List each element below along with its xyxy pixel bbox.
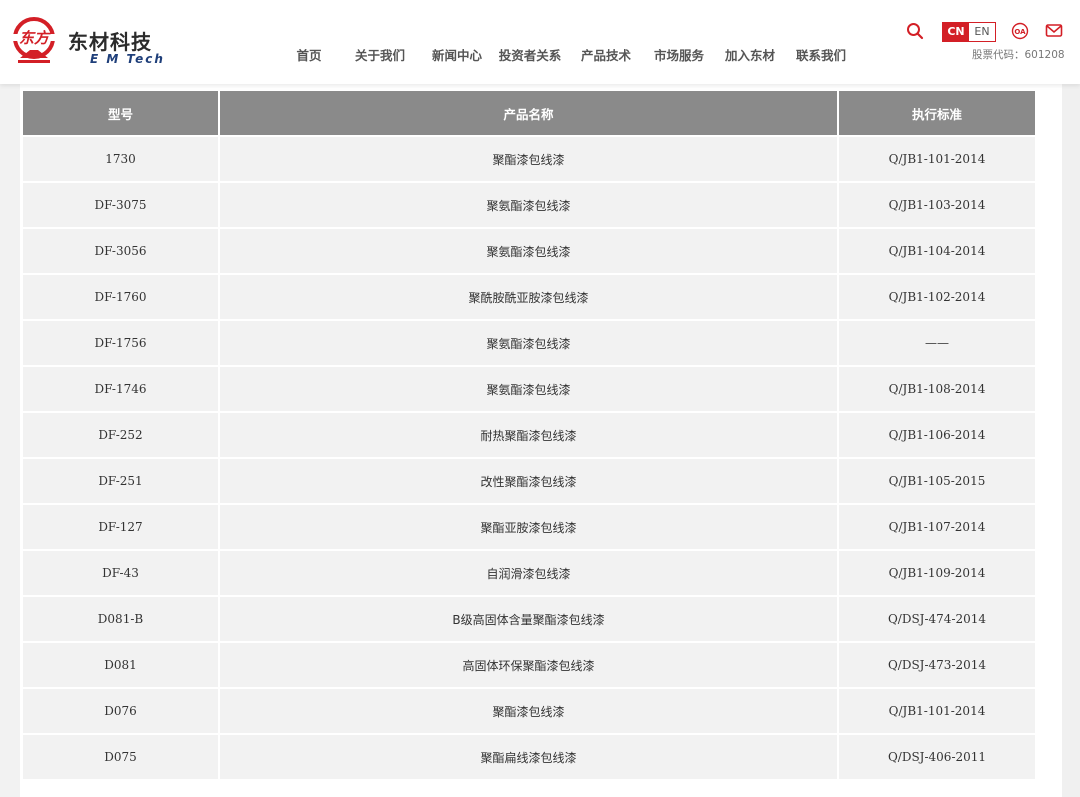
page-scroll-gutter xyxy=(1062,84,1080,797)
search-icon[interactable] xyxy=(906,22,924,40)
cell-standard: Q/JB1-106-2014 xyxy=(839,413,1035,457)
cell-standard: Q/JB1-104-2014 xyxy=(839,229,1035,273)
mail-icon[interactable] xyxy=(1045,23,1063,39)
table-row: D081-B B级高固体含量聚酯漆包线漆 Q/DSJ-474-2014 xyxy=(23,597,1035,641)
cell-standard: Q/JB1-101-2014 xyxy=(839,137,1035,181)
cell-product-name: 聚酯漆包线漆 xyxy=(220,137,837,181)
cell-product-name: 聚酯扁线漆包线漆 xyxy=(220,735,837,779)
brand-name-en: E M Tech xyxy=(90,52,165,66)
cell-model: DF-1746 xyxy=(23,367,218,411)
nav-item-investors[interactable]: 投资者关系 xyxy=(492,45,568,63)
nav-item-products[interactable]: 产品技术 xyxy=(568,45,644,63)
product-table-panel: 型号 产品名称 执行标准 1730 聚酯漆包线漆 Q/JB1-101-2014 … xyxy=(20,84,1062,797)
cell-model: DF-3075 xyxy=(23,183,218,227)
lang-en-button[interactable]: EN xyxy=(969,23,995,41)
column-header-standard: 执行标准 xyxy=(839,91,1035,135)
cell-standard: Q/JB1-107-2014 xyxy=(839,505,1035,549)
cell-model: DF-3056 xyxy=(23,229,218,273)
cell-model: DF-252 xyxy=(23,413,218,457)
nav-item-market[interactable]: 市场服务 xyxy=(644,45,714,63)
svg-text:OA: OA xyxy=(1014,28,1026,36)
cell-model: DF-1760 xyxy=(23,275,218,319)
brand-name-cn: 东材科技 xyxy=(68,30,152,54)
nav-item-about[interactable]: 关于我们 xyxy=(338,45,422,63)
lang-cn-button[interactable]: CN xyxy=(943,23,969,41)
cell-product-name: 聚氨酯漆包线漆 xyxy=(220,367,837,411)
cell-standard: Q/DSJ-474-2014 xyxy=(839,597,1035,641)
cell-product-name: 自润滑漆包线漆 xyxy=(220,551,837,595)
cell-product-name: 聚氨酯漆包线漆 xyxy=(220,183,837,227)
cell-model: 1730 xyxy=(23,137,218,181)
cell-product-name: 聚氨酯漆包线漆 xyxy=(220,321,837,365)
table-row: DF-127 聚酯亚胺漆包线漆 Q/JB1-107-2014 xyxy=(23,505,1035,549)
nav-item-news[interactable]: 新闻中心 xyxy=(422,45,492,63)
cell-standard: Q/JB1-109-2014 xyxy=(839,551,1035,595)
table-row: DF-3056 聚氨酯漆包线漆 Q/JB1-104-2014 xyxy=(23,229,1035,273)
language-switch: CN EN xyxy=(942,22,996,42)
cell-model: DF-127 xyxy=(23,505,218,549)
table-row: DF-1756 聚氨酯漆包线漆 —— xyxy=(23,321,1035,365)
table-row: D076 聚酯漆包线漆 Q/JB1-101-2014 xyxy=(23,689,1035,733)
svg-text:东方: 东方 xyxy=(19,29,51,47)
cell-product-name: 聚酯亚胺漆包线漆 xyxy=(220,505,837,549)
cell-standard: Q/JB1-101-2014 xyxy=(839,689,1035,733)
cell-model: D076 xyxy=(23,689,218,733)
logo[interactable]: 东方 东材科技 E M Tech xyxy=(8,16,168,68)
cell-standard: Q/JB1-103-2014 xyxy=(839,183,1035,227)
product-table: 型号 产品名称 执行标准 1730 聚酯漆包线漆 Q/JB1-101-2014 … xyxy=(21,89,1037,781)
cell-product-name: B级高固体含量聚酯漆包线漆 xyxy=(220,597,837,641)
cell-product-name: 聚酰胺酰亚胺漆包线漆 xyxy=(220,275,837,319)
cell-model: DF-1756 xyxy=(23,321,218,365)
table-row: DF-1760 聚酰胺酰亚胺漆包线漆 Q/JB1-102-2014 xyxy=(23,275,1035,319)
cell-model: DF-251 xyxy=(23,459,218,503)
cell-standard: Q/DSJ-406-2011 xyxy=(839,735,1035,779)
cell-product-name: 聚酯漆包线漆 xyxy=(220,689,837,733)
table-header-row: 型号 产品名称 执行标准 xyxy=(23,91,1035,135)
table-row: DF-3075 聚氨酯漆包线漆 Q/JB1-103-2014 xyxy=(23,183,1035,227)
nav-item-home[interactable]: 首页 xyxy=(280,45,338,63)
cell-product-name: 改性聚酯漆包线漆 xyxy=(220,459,837,503)
cell-model: D075 xyxy=(23,735,218,779)
stock-code: 股票代码：601208 xyxy=(972,49,1065,61)
table-row: D081 高固体环保聚酯漆包线漆 Q/DSJ-473-2014 xyxy=(23,643,1035,687)
table-row: DF-1746 聚氨酯漆包线漆 Q/JB1-108-2014 xyxy=(23,367,1035,411)
cell-standard: Q/JB1-102-2014 xyxy=(839,275,1035,319)
table-row: DF-251 改性聚酯漆包线漆 Q/JB1-105-2015 xyxy=(23,459,1035,503)
cell-standard: —— xyxy=(839,321,1035,365)
cell-model: D081 xyxy=(23,643,218,687)
cell-standard: Q/DSJ-473-2014 xyxy=(839,643,1035,687)
cell-standard: Q/JB1-105-2015 xyxy=(839,459,1035,503)
nav-item-contact[interactable]: 联系我们 xyxy=(786,45,856,63)
column-header-model: 型号 xyxy=(23,91,218,135)
oa-icon[interactable]: OA xyxy=(1011,22,1029,40)
logo-mark-icon: 东方 xyxy=(10,17,58,63)
cell-model: D081-B xyxy=(23,597,218,641)
site-header: 东方 东材科技 E M Tech 首页 关于我们 新闻中心 投资者关系 产品技术… xyxy=(0,0,1080,84)
main-nav: 首页 关于我们 新闻中心 投资者关系 产品技术 市场服务 加入东材 联系我们 xyxy=(280,45,856,63)
cell-product-name: 耐热聚酯漆包线漆 xyxy=(220,413,837,457)
table-row: 1730 聚酯漆包线漆 Q/JB1-101-2014 xyxy=(23,137,1035,181)
cell-product-name: 高固体环保聚酯漆包线漆 xyxy=(220,643,837,687)
table-row: DF-43 自润滑漆包线漆 Q/JB1-109-2014 xyxy=(23,551,1035,595)
nav-item-join[interactable]: 加入东材 xyxy=(714,45,786,63)
cell-product-name: 聚氨酯漆包线漆 xyxy=(220,229,837,273)
column-header-product-name: 产品名称 xyxy=(220,91,837,135)
table-row: DF-252 耐热聚酯漆包线漆 Q/JB1-106-2014 xyxy=(23,413,1035,457)
cell-standard: Q/JB1-108-2014 xyxy=(839,367,1035,411)
table-row: D075 聚酯扁线漆包线漆 Q/DSJ-406-2011 xyxy=(23,735,1035,779)
cell-model: DF-43 xyxy=(23,551,218,595)
